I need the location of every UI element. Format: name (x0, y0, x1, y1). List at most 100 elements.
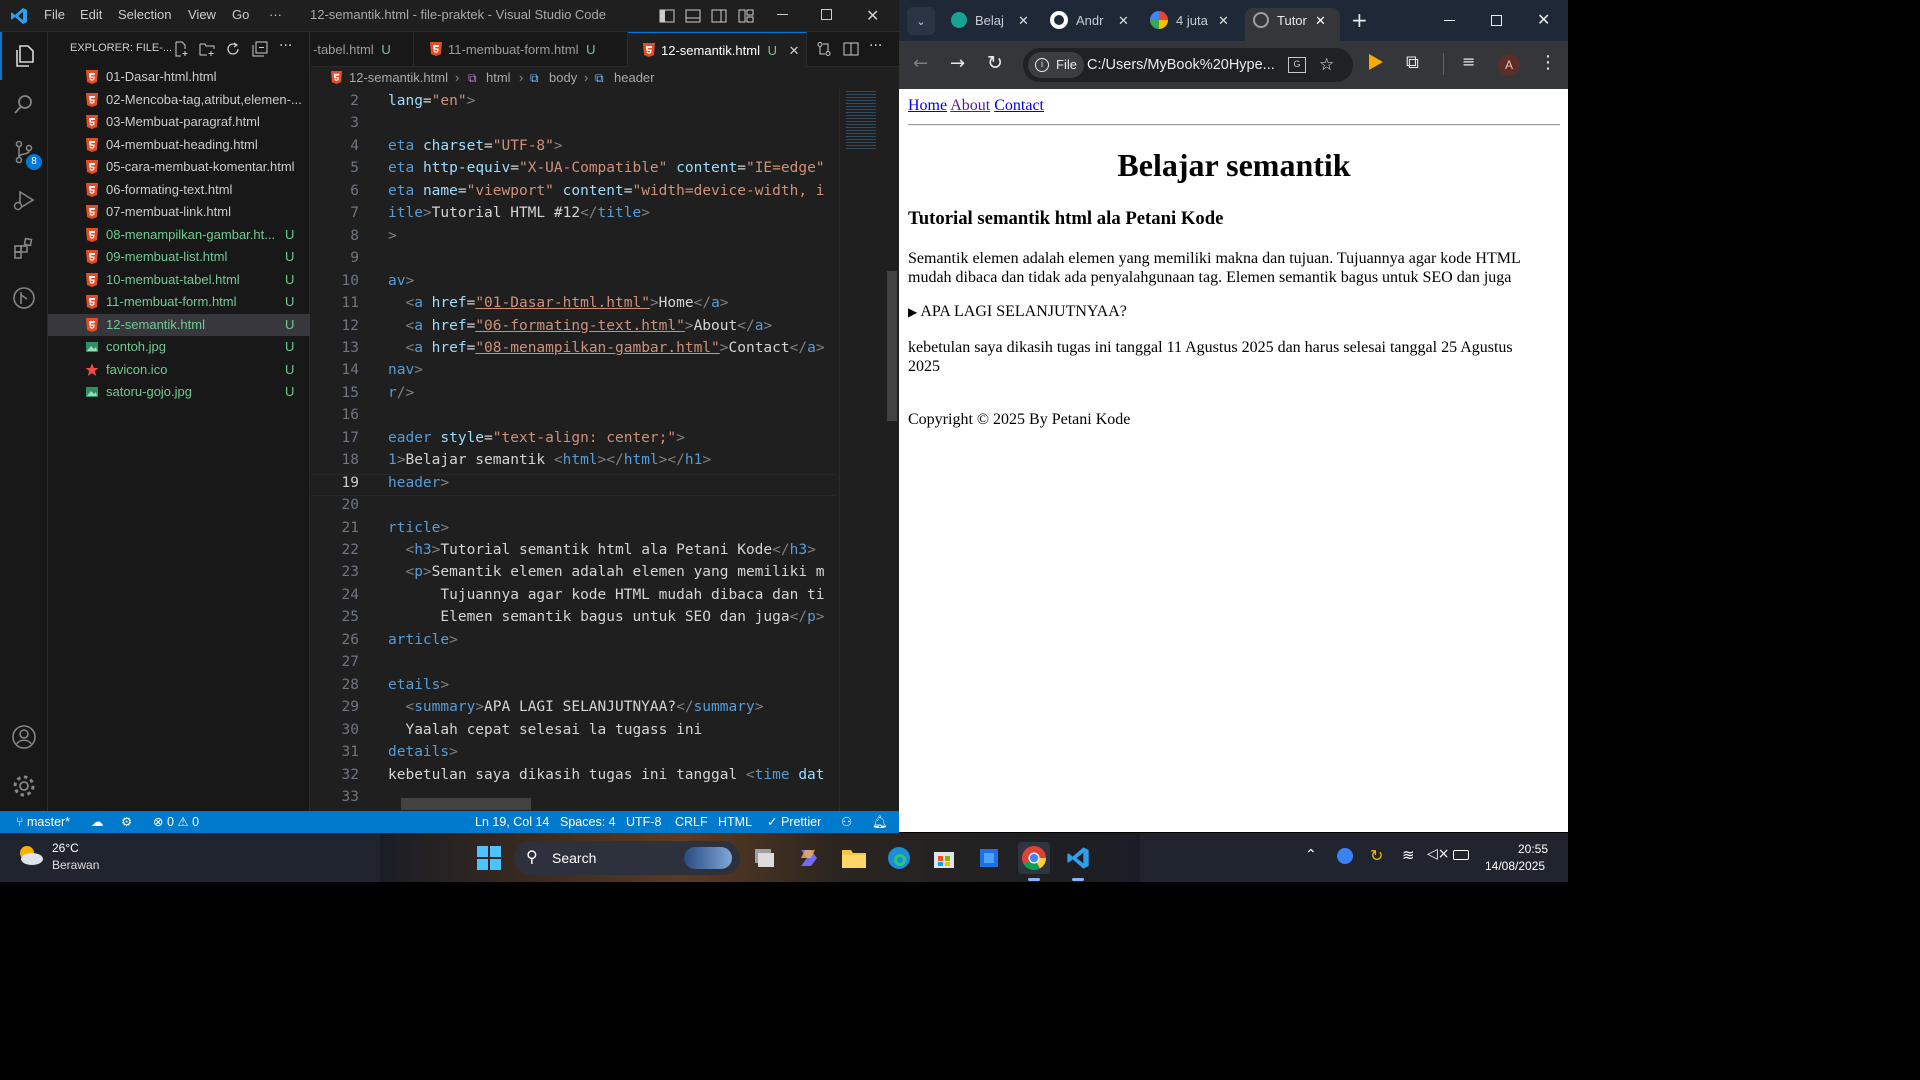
tab-tabel[interactable]: -tabel.html U (311, 32, 414, 67)
toggle-panel-icon[interactable] (685, 8, 701, 24)
extensions-puzzle-icon[interactable]: ⧉ (1406, 52, 1419, 73)
file-tree-item[interactable]: 03-Membuat-paragraf.html (48, 111, 310, 133)
chrome-tab-active[interactable]: Tutor ✕ (1245, 8, 1340, 41)
file-tree-item[interactable]: contoh.jpg U (48, 336, 310, 358)
breadcrumb-body[interactable]: body (549, 67, 577, 89)
file-tree-item[interactable]: 08-menampilkan-gambar.ht... U (48, 224, 310, 246)
copilot-app-icon[interactable] (793, 842, 825, 874)
menu-view[interactable]: View (188, 7, 216, 22)
chrome-maximize-button[interactable] (1491, 15, 1502, 26)
chrome-tab-1[interactable]: Belaj ✕ (943, 8, 1039, 41)
nav-link-contact[interactable]: Contact (994, 97, 1044, 114)
tab-form[interactable]: 11-membuat-form.html U (414, 32, 628, 67)
translate-icon[interactable]: G (1288, 57, 1306, 73)
battery-icon[interactable] (1453, 850, 1469, 860)
breadcrumb-header[interactable]: header (614, 67, 654, 89)
address-bar[interactable]: i File C:/Users/MyBook%20Hype... G ☆ (1023, 48, 1353, 82)
toggle-secondary-sidebar-icon[interactable] (711, 8, 727, 24)
tab-close-icon[interactable]: ✕ (1218, 8, 1229, 34)
problems-indicator[interactable]: ⊗ 0 ⚠ 0 (153, 811, 199, 833)
horizontal-scrollbar[interactable] (401, 798, 531, 810)
nav-link-about[interactable]: About (950, 97, 990, 114)
menu-more[interactable]: ··· (269, 7, 282, 22)
tab-close-icon[interactable]: ✕ (789, 43, 800, 58)
media-controls-icon[interactable]: ≡ (1462, 52, 1475, 71)
minimap[interactable] (839, 89, 885, 811)
tab-close-icon[interactable]: ✕ (1315, 8, 1326, 34)
tab-close-icon[interactable]: ✕ (1018, 8, 1029, 34)
editor-more-icon[interactable]: ··· (869, 38, 882, 54)
compare-changes-icon[interactable] (816, 41, 832, 57)
collapse-all-icon[interactable] (252, 41, 268, 57)
refresh-icon[interactable] (225, 41, 241, 57)
search-icon[interactable] (0, 80, 48, 128)
file-chip[interactable]: i File (1028, 52, 1084, 78)
file-tree-item[interactable]: 12-semantik.html U (48, 313, 310, 336)
split-editor-icon[interactable] (843, 41, 859, 57)
new-tab-plus-icon[interactable]: + (1351, 8, 1368, 32)
file-tree-item[interactable]: 07-membuat-link.html (48, 201, 310, 223)
vscode-taskbar-icon[interactable] (1062, 842, 1094, 874)
file-tree-item[interactable]: 06-formating-text.html (48, 179, 310, 201)
tab-semantik[interactable]: 12-semantik.html U ✕ (628, 32, 807, 67)
tray-app-icon[interactable] (1337, 848, 1353, 864)
branch-indicator[interactable]: ⑂ master* (16, 811, 70, 833)
forward-arrow-icon[interactable]: → (950, 53, 965, 74)
file-explorer-icon[interactable] (838, 842, 870, 874)
file-tree-item[interactable]: favicon.ico U (48, 359, 310, 381)
profile-avatar[interactable]: A (1498, 54, 1520, 76)
explorer-icon[interactable] (0, 32, 48, 80)
menu-file[interactable]: File (44, 7, 65, 22)
file-tree-item[interactable]: 09-membuat-list.html U (48, 246, 310, 268)
extension-play-icon[interactable] (1369, 54, 1383, 70)
cursor-position[interactable]: Ln 19, Col 14 (475, 811, 549, 833)
wifi-icon[interactable]: ≋ (1402, 846, 1415, 864)
microsoft-store-icon[interactable] (928, 842, 960, 874)
details-summary[interactable]: ▶ APA LAGI SELANJUTNYAA? (908, 303, 1127, 321)
menu-selection[interactable]: Selection (118, 7, 171, 22)
code-editor[interactable]: 2 lang="en"> 3 4 eta charset="UTF-8"> 5 eta ht… (311, 89, 899, 811)
vertical-scrollbar[interactable] (887, 271, 897, 421)
git-graph-icon[interactable] (0, 274, 48, 322)
chrome-minimize-button[interactable] (1444, 20, 1455, 21)
breadcrumb-html[interactable]: html (486, 67, 511, 89)
tray-sync-icon[interactable]: ↻ (1370, 846, 1383, 865)
new-file-icon[interactable] (173, 41, 189, 57)
file-tree-item[interactable]: 01-Dasar-html.html (48, 66, 310, 88)
chrome-menu-icon[interactable]: ⋮ (1539, 52, 1557, 73)
file-tree-item[interactable]: satoru-gojo.jpg U (48, 381, 310, 403)
task-view-icon[interactable] (748, 842, 780, 874)
notifications-bell-icon[interactable]: 🔔︎ (872, 811, 888, 833)
accounts-icon[interactable] (0, 713, 48, 761)
explorer-more-icon[interactable]: ··· (279, 38, 292, 54)
customize-layout-icon[interactable] (738, 8, 754, 24)
clock-date[interactable]: 14/08/2025 (1485, 859, 1545, 873)
minimize-button[interactable] (777, 14, 788, 15)
chrome-tab-3[interactable]: 4 juta ✕ (1146, 8, 1242, 41)
indentation[interactable]: Spaces: 4 (560, 811, 616, 833)
bookmark-star-icon[interactable]: ☆ (1319, 48, 1334, 82)
file-tree-item[interactable]: 04-membuat-heading.html (48, 134, 310, 156)
file-tree-item[interactable]: 10-membuat-tabel.html U (48, 269, 310, 291)
language-mode[interactable]: HTML (718, 811, 752, 833)
sync-icon[interactable]: ☁ (91, 811, 104, 833)
copilot-icon[interactable]: ⚇ (841, 811, 852, 833)
reload-icon[interactable]: ↻ (987, 52, 1003, 74)
maximize-button[interactable] (821, 9, 832, 20)
line-ending[interactable]: CRLF (675, 811, 708, 833)
clock-time[interactable]: 20:55 (1518, 842, 1548, 856)
close-button[interactable]: ✕ (866, 6, 879, 25)
todo-app-icon[interactable] (973, 842, 1005, 874)
file-tree-item[interactable]: 11-membuat-form.html U (48, 291, 310, 313)
git-graph-status-icon[interactable]: ⚙ (121, 811, 132, 833)
weather-cloud-icon[interactable] (16, 843, 44, 867)
chrome-taskbar-icon[interactable] (1018, 842, 1050, 874)
menu-go[interactable]: Go (232, 7, 249, 22)
tab-close-icon[interactable]: ✕ (1118, 8, 1129, 34)
encoding[interactable]: UTF-8 (626, 811, 661, 833)
prettier-indicator[interactable]: ✓ Prettier (767, 811, 821, 833)
nav-link-home[interactable]: Home (908, 97, 947, 114)
settings-gear-icon[interactable] (0, 762, 48, 810)
edge-browser-icon[interactable] (883, 842, 915, 874)
new-folder-icon[interactable] (199, 41, 215, 57)
